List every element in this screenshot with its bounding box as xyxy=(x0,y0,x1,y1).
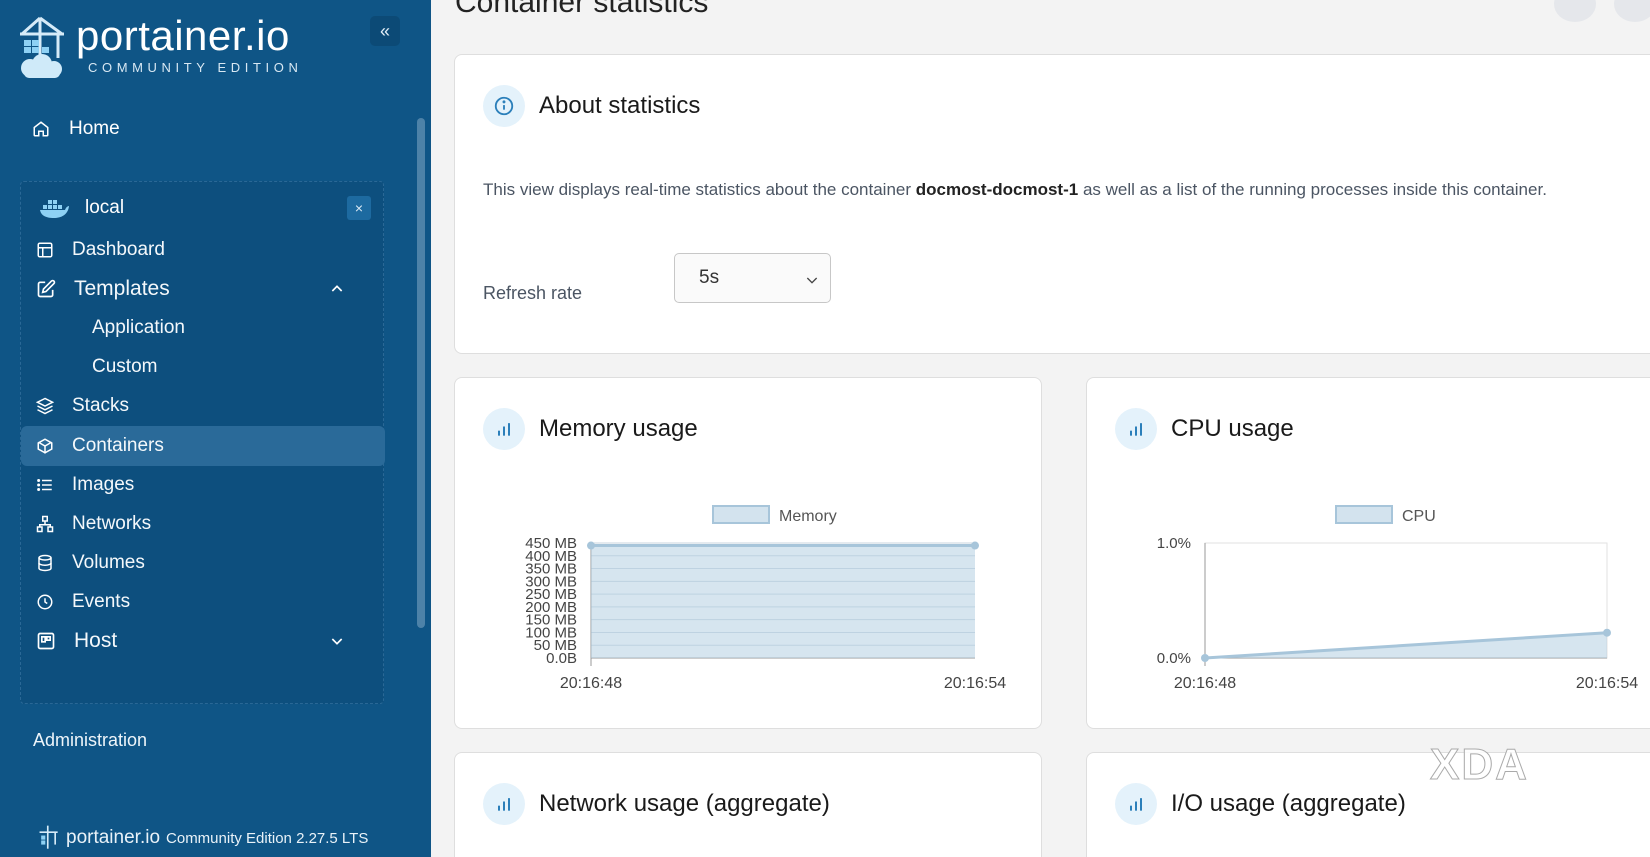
network-card-title: Network usage (aggregate) xyxy=(539,790,830,817)
page-title: Container statistics xyxy=(455,0,709,19)
io-usage-card: I/O usage (aggregate) xyxy=(1086,752,1650,857)
cpu-chart: CPU 1.0% 0.0% 20:16:48 20:16:54 xyxy=(1157,505,1638,692)
data-point xyxy=(1201,654,1209,662)
xda-watermark: XDA xyxy=(1430,740,1529,790)
network-icon xyxy=(36,515,54,533)
logo-edition: COMMUNITY EDITION xyxy=(88,60,303,75)
memory-chart: Memory450 MB400 MB350 MB300 MB250 MB200 … xyxy=(525,505,1006,692)
sidebar-item-label: Networks xyxy=(72,513,152,534)
cpu-card-title: CPU usage xyxy=(1171,415,1294,442)
refresh-rate-value: 5s xyxy=(699,267,720,288)
about-statistics-card: About statistics This view displays real… xyxy=(454,54,1650,354)
portainer-logo[interactable]: portainer.io COMMUNITY EDITION xyxy=(18,14,302,82)
sidebar-item-events[interactable]: Events xyxy=(21,582,385,622)
docker-icon xyxy=(40,200,69,218)
sidebar-item-images[interactable]: Images xyxy=(21,465,385,505)
portainer-logo-icon xyxy=(20,16,64,78)
help-icon[interactable] xyxy=(1614,0,1650,22)
about-title: About statistics xyxy=(539,92,701,119)
double-chevron-left-icon: « xyxy=(379,20,390,41)
collapse-sidebar-button[interactable]: « xyxy=(370,16,400,46)
sidebar-item-application[interactable]: Application xyxy=(21,308,385,348)
sidebar-item-label: Stacks xyxy=(72,395,130,416)
sidebar-item-templates[interactable]: Templates xyxy=(21,269,385,309)
sidebar-item-custom[interactable]: Custom xyxy=(21,347,385,387)
sidebar-item-volumes[interactable]: Volumes xyxy=(21,543,385,583)
sidebar-item-label: Application xyxy=(92,317,185,338)
memory-card-title: Memory usage xyxy=(539,415,698,442)
sidebar-item-containers[interactable]: Containers xyxy=(21,426,385,466)
x-tick-label: 20:16:48 xyxy=(1174,675,1236,692)
sidebar-item-label: Containers xyxy=(72,435,164,456)
host-icon xyxy=(37,632,55,650)
info-icon xyxy=(483,85,525,127)
sidebar-item-stacks[interactable]: Stacks xyxy=(21,386,385,426)
sidebar-item-label: Images xyxy=(72,474,135,495)
sidebar-section-administration[interactable]: Administration xyxy=(33,730,147,751)
footer-brand-name: portainer.io xyxy=(66,827,161,848)
x-tick-label: 20:16:54 xyxy=(944,675,1006,692)
sidebar-item-host[interactable]: Host xyxy=(21,621,385,661)
bar-chart-icon xyxy=(483,783,525,825)
sidebar-footer: portainer.io Community Edition 2.27.5 LT… xyxy=(38,824,368,852)
y-tick-label: 1.0% xyxy=(1157,535,1191,552)
network-usage-card: Network usage (aggregate) xyxy=(454,752,1042,857)
chevron-down-icon[interactable] xyxy=(329,633,345,649)
bar-chart-icon xyxy=(1115,408,1157,450)
series-area xyxy=(591,545,975,658)
bar-chart-icon xyxy=(1115,783,1157,825)
data-point xyxy=(1603,628,1611,637)
edit-icon xyxy=(37,279,56,298)
sidebar-item-label: Events xyxy=(72,591,131,612)
sidebar-item-label: Host xyxy=(74,629,118,652)
sidebar-item-networks[interactable]: Networks xyxy=(21,504,385,544)
chevron-up-icon[interactable] xyxy=(329,281,345,297)
footer-edition: Community Edition 2.27.5 LTS xyxy=(166,829,369,847)
y-tick-label: 0.0% xyxy=(1157,650,1191,667)
sidebar-item-home[interactable]: Home xyxy=(32,118,120,140)
legend-swatch xyxy=(712,505,770,524)
sidebar-item-label: Home xyxy=(69,118,120,139)
data-point xyxy=(971,541,979,550)
legend-label: Memory xyxy=(779,508,837,525)
sidebar-scrollbar[interactable] xyxy=(417,118,425,628)
list-icon xyxy=(37,479,52,491)
database-icon xyxy=(38,554,52,572)
memory-usage-card: Memory usage Memory 450 MB 400 MB 350 MB 300… xyxy=(454,377,1042,729)
data-point xyxy=(587,541,595,550)
about-description: This view displays real-time statistics … xyxy=(483,180,1547,199)
x-tick-label: 20:16:48 xyxy=(560,675,622,692)
environment-name: local xyxy=(85,197,125,218)
sidebar-item-dashboard[interactable]: Dashboard xyxy=(21,230,385,270)
bar-chart-icon xyxy=(483,408,525,450)
environment-section: local × Dashboard Templates Application … xyxy=(20,181,385,704)
chevron-down-icon xyxy=(806,277,818,284)
notifications-bell-icon[interactable] xyxy=(1554,0,1596,22)
sidebar: portainer.io COMMUNITY EDITION « Home lo… xyxy=(0,0,431,857)
sidebar-item-label: Templates xyxy=(74,277,170,300)
close-icon: × xyxy=(354,200,364,216)
refresh-rate-select[interactable]: 5s xyxy=(674,253,831,303)
sidebar-item-label: Dashboard xyxy=(72,239,165,260)
home-icon xyxy=(33,121,49,137)
x-tick-label: 20:16:54 xyxy=(1576,675,1638,692)
portainer-logo-icon xyxy=(39,825,58,849)
environment-header[interactable]: local × xyxy=(21,182,383,234)
y-tick-label: 0.0B xyxy=(546,650,577,667)
cpu-usage-card: CPU usage CPU 1.0% 0.0% 20:16:48 20:16:54 xyxy=(1086,377,1650,729)
legend-swatch xyxy=(1335,505,1393,524)
logo-name: portainer.io xyxy=(76,12,290,59)
container-name: docmost-docmost-1 xyxy=(915,180,1079,199)
sidebar-item-label: Volumes xyxy=(72,552,145,573)
legend-label: CPU xyxy=(1402,508,1436,525)
clock-icon xyxy=(37,594,53,610)
box-icon xyxy=(37,438,53,454)
layers-icon xyxy=(36,397,54,415)
dashboard-icon xyxy=(37,242,53,258)
close-environment-button[interactable]: × xyxy=(347,196,371,220)
sidebar-item-label: Custom xyxy=(92,356,158,377)
io-card-title: I/O usage (aggregate) xyxy=(1171,790,1406,817)
refresh-rate-label: Refresh rate xyxy=(483,283,583,303)
